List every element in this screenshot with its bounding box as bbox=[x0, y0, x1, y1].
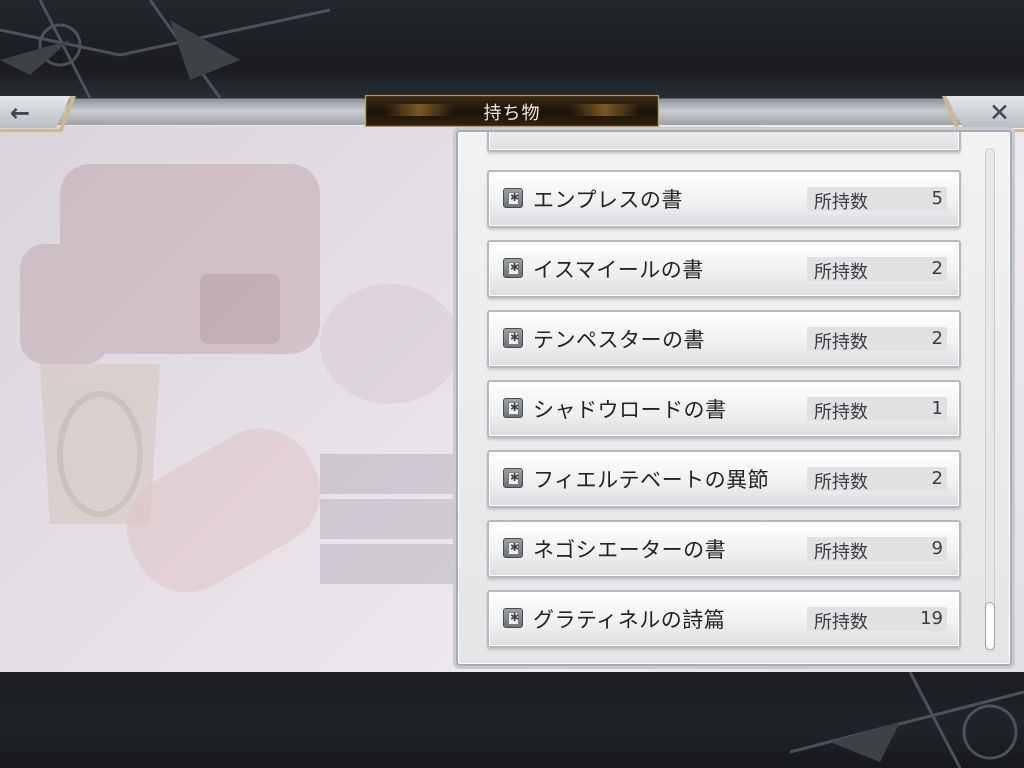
quantity-label: 所持数 bbox=[814, 332, 868, 353]
quantity-value: 19 bbox=[920, 608, 943, 629]
book-icon: ✱ bbox=[503, 608, 523, 628]
list-item[interactable]: ✱ テンペスターの書 所持数 2 bbox=[487, 310, 961, 368]
item-name: ネゴシエーターの書 bbox=[533, 538, 727, 562]
scrollbar-thumb[interactable] bbox=[985, 602, 995, 650]
quantity-box: 所持数 2 bbox=[807, 257, 947, 283]
quantity-box: 所持数 2 bbox=[807, 467, 947, 493]
item-name: テンペスターの書 bbox=[533, 328, 705, 352]
quantity-box: 所持数 2 bbox=[807, 327, 947, 353]
close-x-icon[interactable]: ✕ bbox=[989, 98, 1010, 127]
list-item[interactable]: ✱ シャドウロードの書 所持数 1 bbox=[487, 380, 961, 438]
inventory-list[interactable]: ✱ エンプレスの書 所持数 5 ✱ イスマイールの書 所持数 2 ✱ テンペスタ… bbox=[456, 130, 1012, 666]
quantity-value: 2 bbox=[931, 328, 943, 349]
item-name: イスマイールの書 bbox=[533, 258, 704, 282]
quantity-value: 1 bbox=[931, 398, 943, 419]
quantity-box: 所持数 19 bbox=[807, 607, 947, 633]
list-item[interactable]: ✱ ネゴシエーターの書 所持数 9 bbox=[487, 520, 961, 578]
item-name: エンプレスの書 bbox=[533, 188, 683, 212]
list-item[interactable]: ✱ イスマイールの書 所持数 2 bbox=[487, 240, 961, 298]
quantity-label: 所持数 bbox=[814, 472, 868, 493]
title-plate: 持ち物 bbox=[365, 95, 659, 127]
scrollbar-track[interactable] bbox=[985, 148, 995, 652]
book-icon: ✱ bbox=[503, 538, 523, 558]
quantity-label: 所持数 bbox=[814, 402, 868, 423]
quantity-value: 5 bbox=[931, 188, 943, 209]
quantity-value: 2 bbox=[931, 258, 943, 279]
item-name: グラティネルの詩篇 bbox=[533, 608, 726, 632]
book-icon: ✱ bbox=[503, 258, 523, 278]
list-item[interactable]: ✱ グラティネルの詩篇 所持数 19 bbox=[487, 590, 961, 648]
quantity-label: 所持数 bbox=[814, 612, 868, 633]
book-icon: ✱ bbox=[503, 328, 523, 348]
inventory-background-illustration bbox=[20, 164, 460, 593]
page-title: 持ち物 bbox=[483, 103, 541, 124]
quantity-box: 所持数 1 bbox=[807, 397, 947, 423]
quantity-box: 所持数 9 bbox=[807, 537, 947, 563]
list-item[interactable]: ✱ フィエルテベートの異節 所持数 2 bbox=[487, 450, 961, 508]
book-icon: ✱ bbox=[503, 468, 523, 488]
item-name: シャドウロードの書 bbox=[533, 398, 727, 422]
list-item[interactable]: ✱ エンプレスの書 所持数 5 bbox=[487, 170, 961, 228]
quantity-label: 所持数 bbox=[814, 192, 868, 213]
quantity-label: 所持数 bbox=[814, 542, 868, 563]
quantity-value: 9 bbox=[931, 538, 943, 559]
quantity-label: 所持数 bbox=[814, 262, 868, 283]
quantity-value: 2 bbox=[931, 468, 943, 489]
book-icon: ✱ bbox=[503, 398, 523, 418]
ornament-bottom-right bbox=[790, 672, 1024, 768]
quantity-box: 所持数 5 bbox=[807, 187, 947, 213]
book-icon: ✱ bbox=[503, 188, 523, 208]
left-arrow-icon[interactable]: ← bbox=[10, 99, 30, 127]
ornament-top-left bbox=[0, 0, 330, 98]
list-item[interactable] bbox=[487, 132, 961, 152]
item-name: フィエルテベートの異節 bbox=[533, 468, 770, 492]
